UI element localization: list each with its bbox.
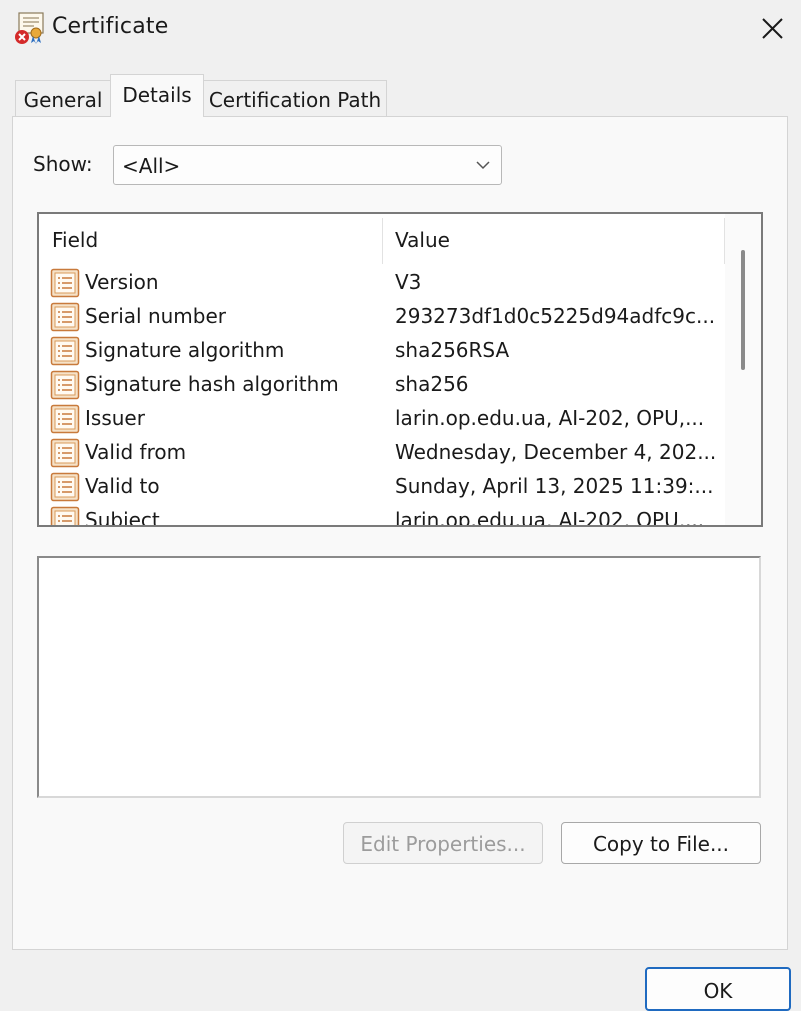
list-item-value: larin.op.edu.ua, AI-202, OPU,...	[395, 508, 705, 527]
field-icon	[50, 404, 80, 434]
copy-to-file-button[interactable]: Copy to File...	[561, 822, 761, 864]
list-item[interactable]: Version V3	[39, 266, 725, 300]
ok-label: OK	[703, 979, 733, 1003]
copy-to-file-label: Copy to File...	[592, 832, 730, 856]
chevron-down-icon	[476, 161, 490, 170]
tab-certification-path-label: Certification Path	[208, 88, 382, 112]
tab-certification-path[interactable]: Certification Path	[203, 80, 387, 116]
field-icon	[50, 268, 80, 298]
certificate-error-icon	[15, 12, 44, 44]
list-item-field: Signature algorithm	[85, 338, 285, 362]
list-item-value: larin.op.edu.ua, AI-202, OPU,...	[395, 406, 705, 430]
show-label: Show:	[33, 152, 93, 176]
field-icon	[50, 302, 80, 332]
ok-button[interactable]: OK	[645, 967, 791, 1011]
window-title: Certificate	[52, 14, 169, 39]
field-icon	[50, 438, 80, 468]
list-item-field: Signature hash algorithm	[85, 372, 339, 396]
list-item[interactable]: Signature algorithm sha256RSA	[39, 334, 725, 368]
list-item[interactable]: Issuer larin.op.edu.ua, AI-202, OPU,...	[39, 402, 725, 436]
list-item[interactable]: Subject larin.op.edu.ua, AI-202, OPU,...	[39, 504, 725, 527]
list-item-field: Serial number	[85, 304, 227, 328]
field-icon	[50, 336, 80, 366]
column-header-field[interactable]: Field	[52, 228, 98, 252]
scrollbar-thumb[interactable]	[741, 250, 745, 370]
list-item[interactable]: Valid from Wednesday, December 4, 202...	[39, 436, 725, 470]
tab-general-label: General	[23, 88, 103, 112]
list-item[interactable]: Valid to Sunday, April 13, 2025 11:39:...	[39, 470, 725, 504]
field-icon	[50, 370, 80, 400]
list-item-field: Version	[85, 270, 159, 294]
list-item-value: 293273df1d0c5225d94adfc9c...	[395, 304, 715, 328]
list-item-value: Wednesday, December 4, 202...	[395, 440, 715, 464]
fields-list[interactable]: Field Value Version V3 Serial number 293273…	[37, 212, 763, 527]
list-item-value: Sunday, April 13, 2025 11:39:...	[395, 474, 714, 498]
list-item-field: Valid to	[85, 474, 160, 498]
list-item-field: Valid from	[85, 440, 187, 464]
list-item[interactable]: Serial number 293273df1d0c5225d94adfc9c..…	[39, 300, 725, 334]
edit-properties-label: Edit Properties...	[360, 832, 526, 856]
edit-properties-button: Edit Properties...	[343, 822, 543, 864]
column-header-value[interactable]: Value	[395, 228, 450, 252]
show-dropdown[interactable]: <All>	[113, 145, 502, 185]
field-detail-box[interactable]	[37, 556, 761, 798]
show-dropdown-value: <All>	[122, 154, 181, 178]
close-icon[interactable]	[752, 10, 792, 50]
field-icon	[50, 506, 80, 525]
field-icon	[50, 472, 80, 502]
list-item-field: Issuer	[85, 406, 145, 430]
column-divider[interactable]	[382, 218, 383, 264]
list-item-value: sha256	[395, 372, 469, 396]
title-bar: Certificate	[0, 0, 801, 62]
list-item-value: V3	[395, 270, 422, 294]
list-item-field: Subject	[85, 508, 160, 527]
list-header: Field Value	[39, 214, 725, 266]
list-item[interactable]: Signature hash algorithm sha256	[39, 368, 725, 402]
tab-details[interactable]: Details	[110, 74, 204, 117]
vertical-scrollbar[interactable]	[725, 214, 761, 525]
tab-general[interactable]: General	[15, 80, 111, 116]
list-item-value: sha256RSA	[395, 338, 510, 362]
tab-details-label: Details	[122, 83, 192, 107]
